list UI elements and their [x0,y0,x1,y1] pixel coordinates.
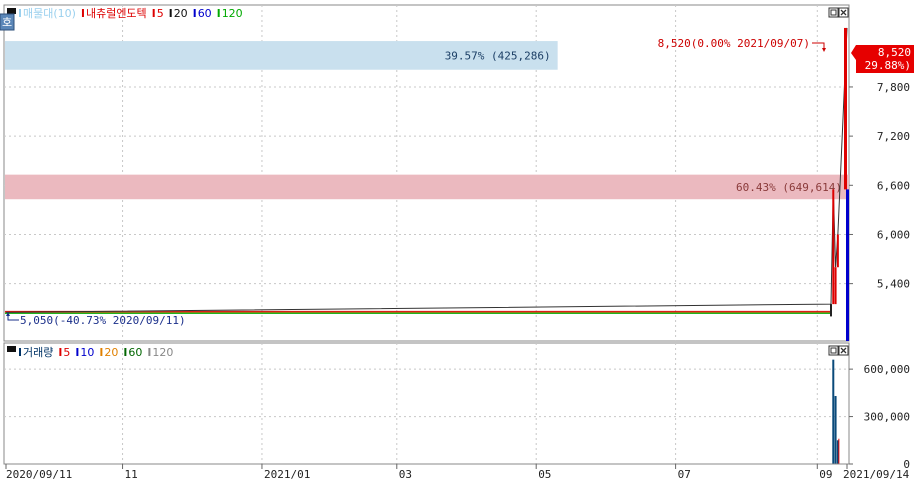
last-price-value: 8,520 [878,46,911,59]
ma60-bar [846,189,849,341]
side-toggle-label: 호 [2,16,12,29]
price-tick-label: 6,000 [877,228,910,241]
volume-tick-label: 600,000 [864,363,910,376]
legend-swatch [76,348,79,356]
price-panel-close-button[interactable] [838,7,849,18]
legend-label: 60 [128,346,142,359]
legend-swatch [100,348,103,356]
x-tick-label: 07 [678,468,691,481]
side-toggle-button[interactable]: 호 [0,13,15,31]
legend-swatch [124,348,127,356]
legend-label: 20 [174,7,188,20]
legend-swatch [81,9,84,17]
legend-swatch [152,9,155,17]
x-tick-label: 2021/01 [264,468,310,481]
volume-panel: 0300,000600,000 거래량 5 10 20 60 120 [3,342,910,471]
legend-label: 20 [104,346,118,359]
price-tick-label: 6,600 [877,179,910,192]
volume-bar [832,359,835,464]
price-tick-label: 7,200 [877,130,910,143]
legend-label: 120 [152,346,173,359]
x-tick-label: 2020/09/11 [6,468,72,481]
legend-label: 매물대(10) [23,7,76,20]
price-legend: 매물대(10) 내츄럴엔도텍 5 20 60 120 [19,7,243,20]
price-tick-label: 5,400 [877,278,910,291]
legend-swatch [217,9,220,17]
volume-panel-maximize-button[interactable] [828,345,839,356]
last-price-change: ( 29.88%) [851,59,911,72]
max-price-label: 8,520(0.00% 2021/09/07) [658,37,810,50]
legend-swatch [19,348,21,356]
x-tick-label: 2021/09/14 [843,468,910,481]
price-tick-label: 7,800 [877,81,910,94]
legend-swatch [19,9,21,17]
legend-label: 내츄럴엔도텍 [86,7,147,20]
legend-label: 120 [222,7,243,20]
legend-label: 5 [157,7,164,20]
volume-tick-label: 300,000 [864,411,910,424]
volume-bar [834,396,837,464]
legend-swatch [148,348,151,356]
price-panel-maximize-button[interactable] [828,7,839,18]
legend-swatch [169,9,172,17]
legend-swatch [193,9,196,17]
stock-chart: 39.57% (425,286) 60.43% (649,614) 5,400 6,… [0,0,915,481]
price-candle-last [844,27,847,190]
legend-swatch [59,348,62,356]
legend-label: 10 [80,346,94,359]
volume-profile-label: 60.43% (649,614) [736,181,842,194]
volume-profile-band [5,174,849,200]
panel-handle-icon[interactable] [7,346,16,352]
panel-handle-icon[interactable] [7,8,16,14]
legend-label: 60 [198,7,212,20]
legend-label: 5 [63,346,70,359]
volume-panel-frame [3,342,850,465]
x-tick-label: 05 [538,468,551,481]
x-tick-label: 09 [819,468,832,481]
x-tick-label: 11 [125,468,138,481]
x-tick-label: 03 [399,468,412,481]
price-panel: 39.57% (425,286) 60.43% (649,614) 5,400 6,… [3,4,914,342]
volume-profile-label: 39.57% (425,286) [445,49,551,62]
legend-label: 거래량 [23,346,53,359]
volume-panel-close-button[interactable] [838,345,849,356]
min-price-label: 5,050(-40.73% 2020/09/11) [20,314,186,327]
